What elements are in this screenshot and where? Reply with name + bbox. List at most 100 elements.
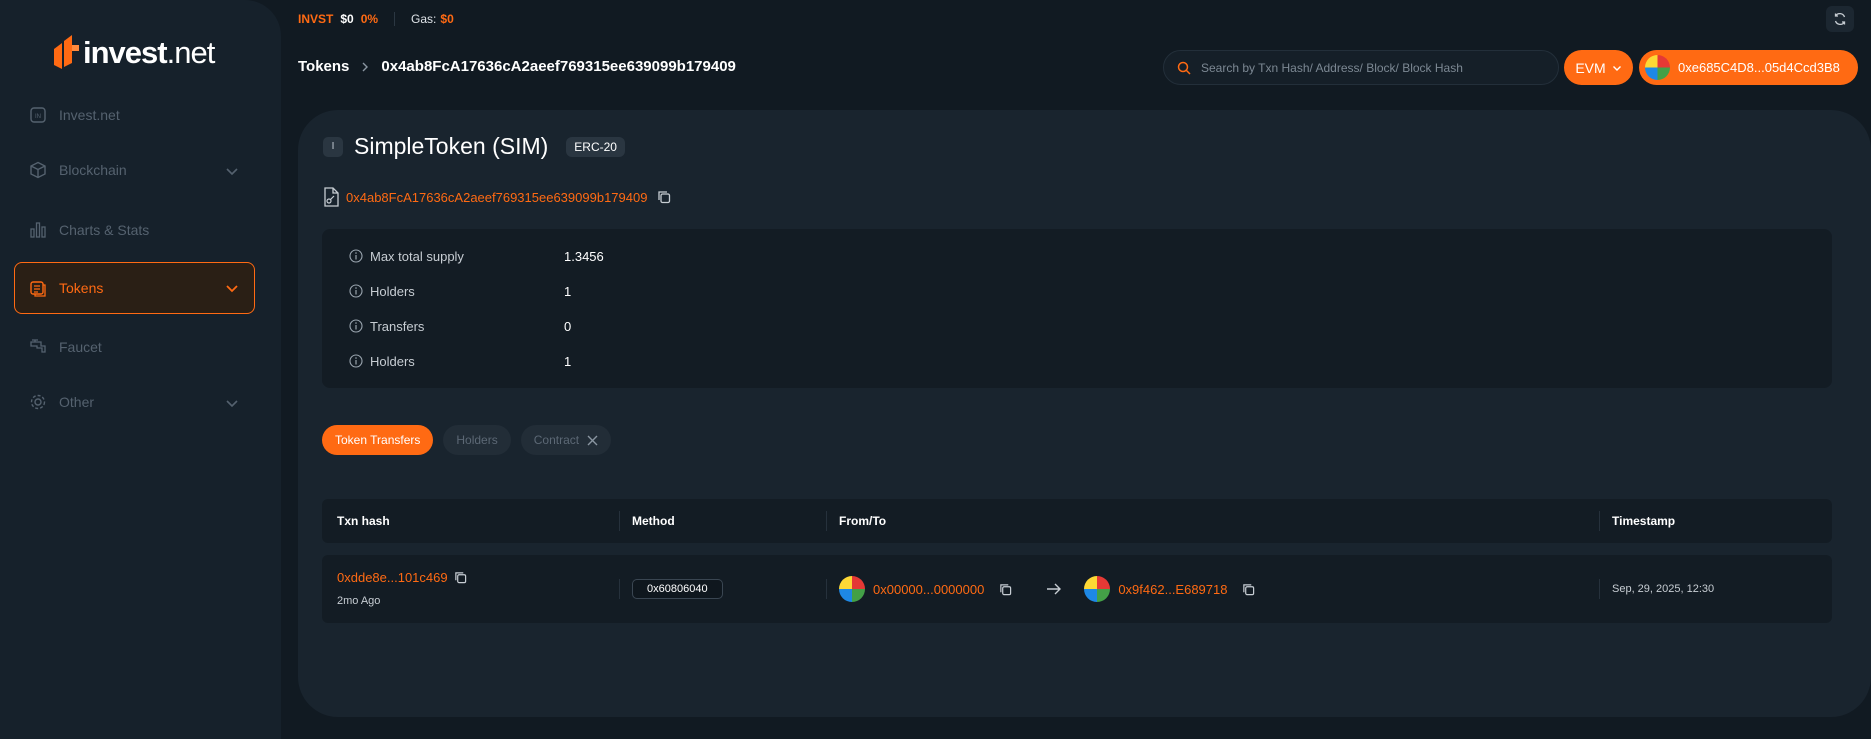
sidebar-item-faucet[interactable]: Faucet (14, 322, 255, 372)
sidebar-item-label: Tokens (59, 280, 104, 296)
stat-label: Holders (370, 283, 415, 299)
sidebar-item-investnet[interactable]: IN Invest.net (14, 90, 255, 140)
info-icon[interactable] (349, 354, 363, 368)
logo-icon (54, 35, 79, 69)
chevron-down-icon (1612, 65, 1621, 71)
chart-icon (29, 221, 47, 239)
avatar (1084, 576, 1111, 602)
tab-label: Holders (456, 433, 498, 447)
ticker-price: $0 (340, 12, 354, 26)
logo-text: invest.net (83, 35, 215, 70)
txn-age: 2mo Ago (337, 595, 381, 607)
stat-value: 0 (564, 318, 572, 334)
stat-label: Transfers (370, 318, 425, 334)
column-header-txn-hash: Txn hash (337, 514, 390, 528)
from-address-link[interactable]: 0x00000...0000000 (873, 582, 984, 597)
stat-max-total-supply: Max total supply 1.3456 (349, 246, 604, 266)
txn-hash-link[interactable]: 0xdde8e...101c469 (337, 570, 448, 585)
sidebar-item-charts-stats[interactable]: Charts & Stats (14, 205, 255, 255)
copy-icon[interactable] (999, 583, 1012, 596)
close-icon[interactable] (587, 435, 598, 446)
info-icon[interactable] (349, 319, 363, 333)
sidebar-item-tokens[interactable]: Tokens (14, 262, 255, 314)
stat-label: Max total supply (370, 248, 464, 264)
from-to-cell: 0x00000...0000000 0x9f462...E689718 (839, 576, 1255, 602)
sidebar-nav: IN Invest.net Blockchain Charts & Stats … (14, 90, 255, 427)
gear-icon (29, 393, 47, 411)
refresh-icon (1834, 12, 1846, 26)
txn-hash-cell: 0xdde8e...101c469 (337, 570, 467, 585)
breadcrumb: Tokens 0x4ab8FcA17636cA2aeef769315ee6390… (298, 58, 736, 75)
sidebar-item-blockchain[interactable]: Blockchain (14, 145, 255, 195)
token-stats-card: Max total supply 1.3456 Holders 1 Transf… (322, 229, 1832, 388)
tab-label: Contract (533, 433, 580, 447)
divider (619, 579, 620, 599)
info-icon[interactable] (349, 249, 363, 263)
divider (1599, 579, 1600, 599)
stat-value: 1 (564, 353, 572, 369)
avatar (1645, 55, 1670, 80)
token-standard-badge: ERC-20 (566, 136, 625, 157)
cube-icon (29, 161, 47, 179)
svg-text:IN: IN (35, 114, 41, 120)
chevron-down-icon (226, 285, 238, 293)
stat-value: 1 (564, 283, 572, 299)
sidebar-item-other[interactable]: Other (14, 377, 255, 427)
search-input[interactable] (1201, 60, 1541, 75)
sidebar: invest.net IN Invest.net Blockchain Char… (0, 0, 281, 739)
stat-value: 1.3456 (564, 248, 604, 264)
divider (394, 12, 396, 26)
tab-label: Token Transfers (335, 433, 421, 447)
breadcrumb-tokens[interactable]: Tokens (298, 58, 349, 75)
timestamp: Sep, 29, 2025, 12:30 (1612, 583, 1715, 595)
home-icon: IN (29, 106, 47, 124)
wallet-button[interactable]: 0xe685C4D8...05d4Ccd3B8 (1639, 50, 1858, 85)
column-header-method: Method (632, 514, 675, 528)
divider (619, 511, 620, 531)
divider (826, 511, 827, 531)
search-icon (1177, 61, 1191, 75)
ticker-change: 0% (360, 12, 379, 26)
stat-holders-2: Holders 1 (349, 351, 571, 371)
tab-contract[interactable]: Contract (520, 425, 612, 455)
token-icon: I (323, 136, 343, 157)
sidebar-item-label: Faucet (59, 339, 102, 355)
sidebar-item-label: Charts & Stats (59, 222, 150, 238)
to-address-link[interactable]: 0x9f462...E689718 (1118, 582, 1227, 597)
contract-address-link[interactable]: 0x4ab8FcA17636cA2aeef769315ee639099b1794… (346, 190, 647, 205)
chevron-right-icon (362, 62, 369, 71)
stat-label: Holders (370, 353, 415, 369)
price-ticker: INVST $0 0% Gas: $0 (298, 10, 454, 28)
copy-icon[interactable] (1242, 583, 1255, 596)
transfers-table-header: Txn hash Method From/To Timestamp (322, 499, 1832, 543)
coins-icon (29, 279, 47, 297)
avatar (839, 576, 865, 602)
stat-holders: Holders 1 (349, 281, 571, 301)
page-title: SimpleToken (SIM) (354, 133, 549, 159)
network-selector[interactable]: EVM (1564, 50, 1633, 85)
sidebar-item-label: Blockchain (59, 162, 127, 178)
arrow-right-icon (1047, 583, 1062, 595)
tab-token-transfers[interactable]: Token Transfers (322, 425, 434, 455)
tab-holders[interactable]: Holders (443, 425, 511, 455)
contract-file-icon (324, 187, 339, 207)
tab-bar: Token Transfers Holders Contract (322, 425, 621, 455)
divider (1599, 511, 1600, 531)
chevron-down-icon (226, 168, 238, 176)
refresh-button[interactable] (1826, 6, 1854, 32)
column-header-timestamp: Timestamp (1612, 514, 1676, 528)
token-header: I SimpleToken (SIM) ERC-20 (323, 133, 625, 160)
copy-icon[interactable] (454, 571, 467, 584)
copy-icon[interactable] (657, 190, 671, 204)
contract-address-row: 0x4ab8FcA17636cA2aeef769315ee639099b1794… (323, 187, 671, 207)
stat-transfers: Transfers 0 (349, 316, 571, 336)
faucet-icon (29, 338, 47, 356)
gas-value: $0 (440, 12, 454, 26)
sidebar-item-label: Other (59, 394, 95, 410)
divider (826, 579, 827, 599)
info-icon[interactable] (349, 284, 363, 298)
logo[interactable]: invest.net (52, 34, 215, 72)
ticker-symbol: INVST (298, 12, 334, 26)
sidebar-item-label: Invest.net (59, 107, 120, 123)
method-badge: 0x60806040 (632, 579, 723, 599)
